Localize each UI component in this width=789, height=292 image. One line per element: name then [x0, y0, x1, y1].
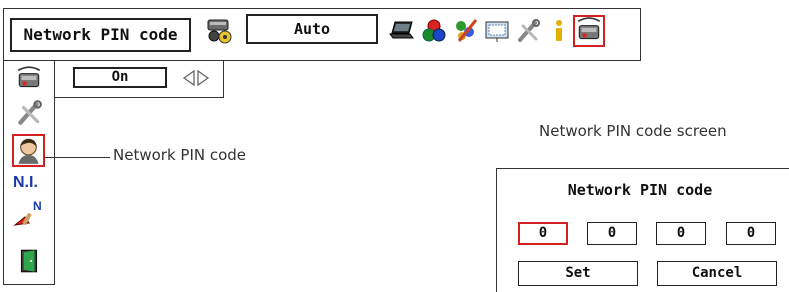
color-adjust-icon[interactable] — [421, 18, 447, 44]
pc-adjust-icon[interactable] — [389, 18, 415, 44]
setting-icon[interactable] — [515, 18, 541, 44]
network-factory-default-icon[interactable]: N — [13, 199, 45, 231]
network-information-icon[interactable]: N.I. — [13, 174, 38, 192]
source-value: Auto — [246, 14, 378, 44]
pin-digit-4[interactable]: 0 — [726, 222, 776, 245]
cancel-button[interactable]: Cancel — [657, 261, 777, 286]
pin-digit-1[interactable]: 0 — [518, 222, 568, 245]
information-icon[interactable] — [546, 18, 572, 44]
setting-icon[interactable] — [15, 99, 43, 127]
callout-label: Network PIN code — [113, 146, 247, 164]
network-icon[interactable] — [15, 65, 43, 93]
pin-code-dialog: Network PIN code 0 0 0 0 Set Cancel — [496, 168, 789, 292]
sidebar-selected-highlight[interactable] — [12, 134, 45, 167]
network-menu-selected[interactable] — [573, 15, 605, 47]
factory-default-n-label: N — [33, 199, 42, 213]
network-icon — [577, 17, 601, 40]
network-pin-code-icon — [18, 138, 39, 164]
screen-icon[interactable] — [484, 18, 510, 44]
menu-title: Network PIN code — [10, 18, 191, 52]
pin-code-value[interactable]: On — [73, 67, 167, 88]
source-input-icon[interactable] — [205, 17, 235, 45]
menu-bar: Network PIN code Auto — [3, 8, 641, 61]
exit-icon[interactable] — [15, 247, 43, 275]
pin-digit-3[interactable]: 0 — [656, 222, 706, 245]
value-panel: On — [55, 61, 224, 98]
left-right-arrows-icon[interactable] — [181, 68, 211, 88]
pin-screen-caption: Network PIN code screen — [539, 122, 727, 140]
dialog-title: Network PIN code — [567, 181, 713, 199]
pin-digit-2[interactable]: 0 — [587, 222, 637, 245]
image-select-icon[interactable] — [453, 18, 479, 44]
set-button[interactable]: Set — [518, 261, 638, 286]
callout-line — [45, 157, 110, 158]
sub-menu-sidebar: N.I. N — [3, 61, 55, 285]
